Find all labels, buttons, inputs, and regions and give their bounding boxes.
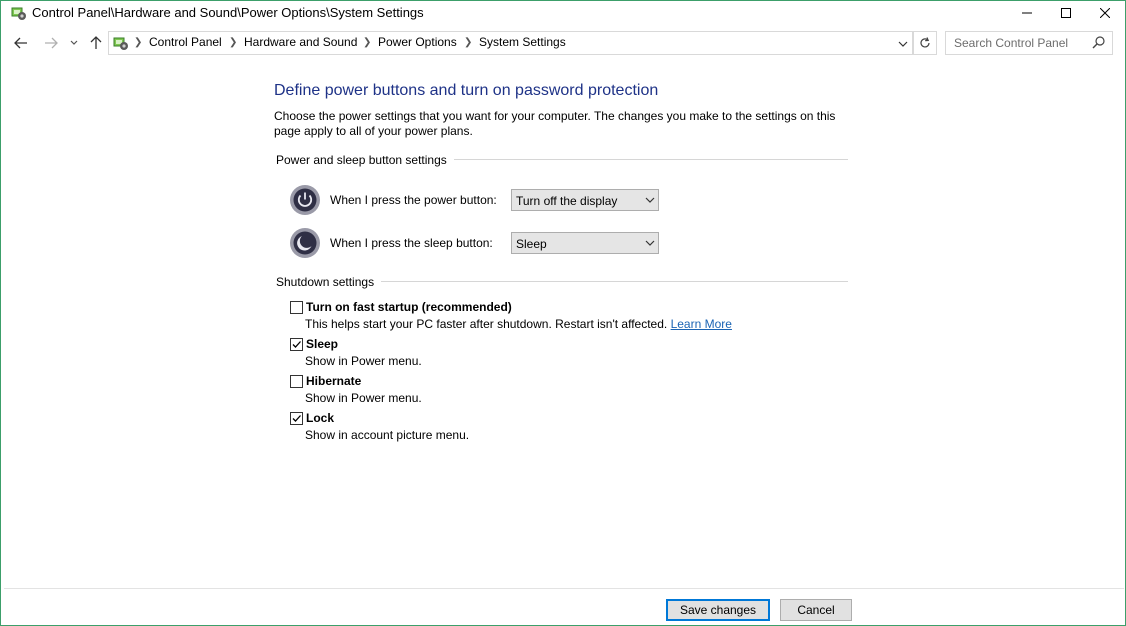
back-button[interactable]: [11, 33, 31, 53]
sleep-button-selected-value: Sleep: [516, 237, 547, 251]
cancel-button[interactable]: Cancel: [780, 599, 852, 621]
chevron-down-icon: [645, 197, 655, 203]
chevron-down-icon: [898, 41, 908, 47]
close-icon: [1100, 8, 1110, 18]
page-title: Define power buttons and turn on passwor…: [274, 82, 659, 99]
power-button-selected-value: Turn off the display: [516, 194, 618, 208]
maximize-button[interactable]: [1044, 1, 1088, 25]
minimize-button[interactable]: [1005, 1, 1049, 25]
address-bar[interactable]: ❯ Control Panel ❯ Hardware and Sound ❯ P…: [108, 31, 913, 55]
search-box[interactable]: Search Control Panel: [945, 31, 1113, 55]
navigation-bar: ❯ Control Panel ❯ Hardware and Sound ❯ P…: [1, 30, 1125, 56]
page-description: Choose the power settings that you want …: [274, 109, 836, 138]
control-panel-window: Control Panel\Hardware and Sound\Power O…: [0, 0, 1126, 626]
close-button[interactable]: [1083, 1, 1126, 25]
breadcrumb-separator-icon: ❯: [464, 37, 473, 48]
sleep-button-label: When I press the sleep button:: [330, 236, 493, 250]
breadcrumb-separator-icon: ❯: [134, 37, 143, 48]
hibernate-checkbox[interactable]: [290, 375, 303, 388]
arrow-up-icon: [90, 36, 102, 49]
chevron-down-icon: [70, 40, 78, 45]
refresh-icon: [920, 37, 930, 48]
power-button-icon: [290, 185, 320, 215]
control-panel-icon: [113, 37, 128, 50]
shutdown-group-title: Shutdown settings: [276, 275, 382, 289]
breadcrumb-power-options[interactable]: Power Options: [378, 35, 457, 49]
up-button[interactable]: [87, 33, 105, 53]
sleep-button-select[interactable]: Sleep: [511, 232, 659, 254]
title-bar: Control Panel\Hardware and Sound\Power O…: [1, 1, 1125, 25]
hibernate-option-label[interactable]: Hibernate: [306, 374, 361, 388]
breadcrumb-separator-icon: ❯: [229, 37, 238, 48]
fast-startup-label[interactable]: Turn on fast startup (recommended): [306, 300, 512, 314]
power-group-title: Power and sleep button settings: [276, 153, 454, 167]
lock-option-label[interactable]: Lock: [306, 411, 334, 425]
footer-divider: [4, 588, 1124, 589]
fast-startup-description: This helps start your PC faster after sh…: [305, 317, 732, 331]
maximize-icon: [1061, 8, 1071, 18]
checkmark-icon: [292, 341, 301, 348]
minimize-icon: [1022, 12, 1032, 14]
learn-more-link[interactable]: Learn More: [671, 317, 732, 331]
checkmark-icon: [292, 415, 301, 422]
sleep-checkbox[interactable]: [290, 338, 303, 351]
window-title: Control Panel\Hardware and Sound\Power O…: [32, 5, 424, 20]
recent-locations-button[interactable]: [67, 33, 81, 53]
fast-startup-checkbox[interactable]: [290, 301, 303, 314]
breadcrumb-hardware-and-sound[interactable]: Hardware and Sound: [244, 35, 357, 49]
forward-button[interactable]: [41, 33, 61, 53]
breadcrumb-separator-icon: ❯: [363, 37, 372, 48]
search-input[interactable]: Search Control Panel: [954, 36, 1068, 50]
breadcrumb-control-panel[interactable]: Control Panel: [149, 35, 222, 49]
refresh-button[interactable]: [913, 31, 937, 55]
address-dropdown-button[interactable]: [895, 36, 911, 52]
fast-startup-description-text: This helps start your PC faster after sh…: [305, 317, 668, 331]
hibernate-option-description: Show in Power menu.: [305, 391, 422, 405]
power-button-label: When I press the power button:: [330, 193, 497, 207]
lock-option-description: Show in account picture menu.: [305, 428, 470, 442]
sleep-option-description: Show in Power menu.: [305, 354, 422, 368]
save-changes-button[interactable]: Save changes: [666, 599, 770, 621]
sleep-option-label[interactable]: Sleep: [306, 337, 338, 351]
arrow-left-icon: [14, 37, 27, 49]
breadcrumb-system-settings[interactable]: System Settings: [479, 35, 566, 49]
control-panel-icon: [11, 7, 26, 20]
sleep-button-icon: [290, 228, 320, 258]
chevron-down-icon: [645, 240, 655, 246]
lock-checkbox[interactable]: [290, 412, 303, 425]
power-button-select[interactable]: Turn off the display: [511, 189, 659, 211]
search-icon[interactable]: [1092, 35, 1106, 49]
arrow-right-icon: [45, 37, 58, 49]
